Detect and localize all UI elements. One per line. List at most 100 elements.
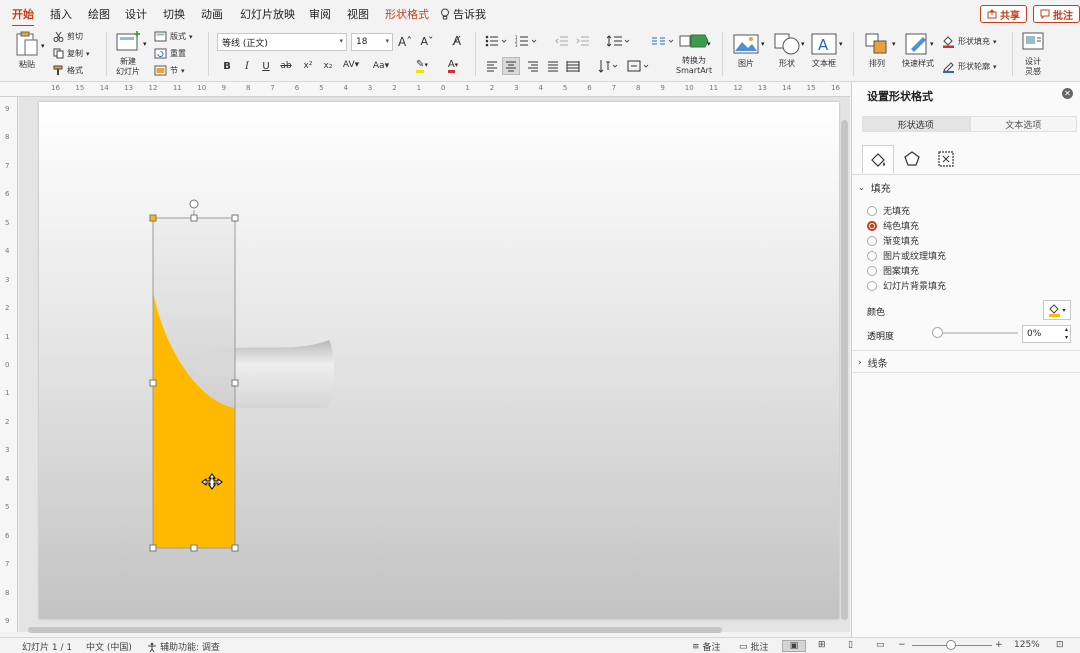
change-case-icon[interactable]: Aa▾ bbox=[371, 61, 391, 71]
notes-button[interactable]: ≡ 备注 bbox=[692, 640, 721, 653]
text-direction-icon[interactable] bbox=[598, 59, 622, 73]
language-indicator[interactable]: 中文 (中国) bbox=[86, 640, 132, 653]
quick-styles-dropdown-icon[interactable]: ▾ bbox=[930, 40, 934, 48]
accessibility-button[interactable]: 辅助功能: 调查 bbox=[147, 640, 220, 653]
quick-styles-button[interactable]: 快速样式 bbox=[902, 33, 934, 69]
decrease-indent-icon[interactable] bbox=[555, 35, 569, 47]
layout-button[interactable]: 版式 ▾ bbox=[154, 31, 193, 42]
fill-option-picture[interactable]: 图片或纹理填充 bbox=[867, 249, 946, 262]
tab-shape-format[interactable]: 形状格式 bbox=[385, 6, 429, 22]
effects-tab[interactable] bbox=[896, 145, 928, 173]
zoom-level[interactable]: 125% bbox=[1014, 640, 1040, 650]
columns-icon[interactable] bbox=[651, 35, 677, 47]
designer-button[interactable]: 设计 灵感 bbox=[1021, 30, 1045, 77]
zoom-slider-thumb[interactable] bbox=[946, 640, 956, 650]
slideshow-button[interactable]: ▭ bbox=[876, 640, 885, 650]
comments-button[interactable]: 批注 bbox=[1033, 5, 1080, 23]
increase-indent-icon[interactable] bbox=[576, 35, 590, 47]
highlight-icon[interactable]: ✎▾ bbox=[410, 59, 434, 73]
fill-section-header[interactable]: ⌄ 填充 bbox=[858, 180, 891, 195]
new-slide-button[interactable]: 新建 幻灯片 bbox=[115, 30, 141, 77]
status-comments-button[interactable]: ▭ 批注 bbox=[739, 640, 769, 653]
shapes-dropdown-icon[interactable]: ▾ bbox=[801, 40, 805, 48]
align-left-icon[interactable] bbox=[486, 60, 498, 72]
tab-draw[interactable]: 绘图 bbox=[88, 6, 110, 22]
smartart-dropdown-icon[interactable]: ▾ bbox=[707, 40, 711, 48]
shapes-button[interactable]: 形状 bbox=[774, 33, 800, 69]
fill-option-gradient[interactable]: 渐变填充 bbox=[867, 234, 919, 247]
strikethrough-icon[interactable]: ab bbox=[279, 61, 293, 71]
align-right-icon[interactable] bbox=[527, 60, 539, 72]
tab-text-options[interactable]: 文本选项 bbox=[969, 116, 1077, 132]
radio-button[interactable] bbox=[867, 280, 877, 291]
tell-me-search[interactable]: 告诉我 bbox=[440, 6, 486, 22]
cut-button[interactable]: 剪切 bbox=[53, 31, 83, 42]
radio-button[interactable] bbox=[867, 265, 877, 276]
grow-font-icon[interactable]: Aˆ bbox=[398, 35, 412, 49]
align-text-icon[interactable] bbox=[627, 59, 653, 73]
horizontal-scrollbar[interactable] bbox=[28, 627, 722, 633]
transparency-input[interactable]: 0% ▴ ▾ bbox=[1022, 325, 1071, 343]
section-button[interactable]: 节 ▾ bbox=[154, 65, 185, 76]
zoom-in-button[interactable]: + bbox=[995, 640, 1003, 650]
shape-outline-button[interactable]: 形状轮廓 ▾ bbox=[942, 60, 997, 73]
tab-shape-options[interactable]: 形状选项 bbox=[862, 116, 970, 132]
tab-transitions[interactable]: 切换 bbox=[163, 6, 185, 22]
reading-view-button[interactable]: ▯ bbox=[848, 640, 853, 650]
superscript-icon[interactable]: x² bbox=[301, 61, 315, 71]
zoom-out-button[interactable]: − bbox=[898, 640, 906, 650]
radio-button[interactable] bbox=[867, 235, 877, 246]
arrange-dropdown-icon[interactable]: ▾ bbox=[892, 40, 896, 48]
char-spacing-icon[interactable]: AV▾ bbox=[341, 60, 361, 70]
vertical-scrollbar[interactable] bbox=[841, 120, 848, 620]
stepper-icon[interactable]: ▴ ▾ bbox=[1065, 326, 1068, 342]
tab-home[interactable]: 开始 bbox=[12, 6, 34, 27]
italic-icon[interactable]: I bbox=[240, 61, 254, 72]
picture-dropdown-icon[interactable]: ▾ bbox=[761, 40, 765, 48]
numbering-icon[interactable]: 123 bbox=[515, 35, 541, 47]
color-picker-button[interactable]: ▾ bbox=[1043, 300, 1071, 320]
textbox-button[interactable]: A 文本框 bbox=[811, 33, 837, 69]
transparency-slider-thumb[interactable] bbox=[932, 327, 943, 338]
slide[interactable] bbox=[39, 102, 839, 619]
align-center-button[interactable] bbox=[502, 57, 520, 75]
tab-insert[interactable]: 插入 bbox=[50, 6, 72, 22]
arrange-button[interactable]: 排列 bbox=[864, 33, 890, 69]
font-size-select[interactable]: 18 ▾ bbox=[351, 33, 393, 51]
fill-line-tab[interactable] bbox=[862, 145, 894, 173]
bullets-icon[interactable] bbox=[485, 35, 511, 47]
fill-option-none[interactable]: 无填充 bbox=[867, 204, 910, 217]
line-spacing-icon[interactable] bbox=[607, 35, 633, 47]
tab-design[interactable]: 设计 bbox=[125, 6, 147, 22]
size-properties-tab[interactable] bbox=[930, 145, 962, 173]
paste-dropdown-icon[interactable]: ▾ bbox=[41, 42, 45, 50]
convert-smartart-button[interactable]: 转换为 SmartArt bbox=[676, 31, 712, 76]
tab-view[interactable]: 视图 bbox=[347, 6, 369, 22]
font-color-icon[interactable]: A▾ bbox=[441, 59, 465, 73]
fill-option-slide-background[interactable]: 幻灯片背景填充 bbox=[867, 279, 946, 292]
clear-format-icon[interactable]: A̸ bbox=[450, 34, 464, 48]
format-painter-button[interactable]: 格式 bbox=[53, 65, 83, 76]
underline-icon[interactable]: U bbox=[259, 61, 273, 72]
slide-sorter-button[interactable]: ⊞ bbox=[818, 640, 826, 650]
normal-view-button[interactable]: ▣ bbox=[782, 640, 806, 652]
radio-button-selected[interactable] bbox=[867, 220, 877, 231]
paste-button[interactable]: 粘贴 bbox=[14, 30, 40, 70]
tab-slideshow[interactable]: 幻灯片放映 bbox=[240, 6, 295, 22]
font-name-select[interactable]: 等线 (正文) ▾ bbox=[217, 33, 347, 51]
fill-option-pattern[interactable]: 图案填充 bbox=[867, 264, 919, 277]
shrink-font-icon[interactable]: Aˇ bbox=[420, 35, 434, 48]
subscript-icon[interactable]: x₂ bbox=[321, 61, 335, 71]
tab-review[interactable]: 审阅 bbox=[309, 6, 331, 22]
textbox-dropdown-icon[interactable]: ▾ bbox=[839, 40, 843, 48]
new-slide-dropdown-icon[interactable]: ▾ bbox=[143, 40, 147, 48]
line-section-header[interactable]: › 线条 bbox=[858, 355, 888, 371]
picture-button[interactable]: 图片 bbox=[733, 33, 759, 69]
transparency-slider-track[interactable] bbox=[936, 332, 1018, 334]
justify-icon[interactable] bbox=[547, 60, 559, 72]
fill-option-solid[interactable]: 纯色填充 bbox=[867, 219, 919, 232]
bold-icon[interactable]: B bbox=[220, 61, 234, 72]
distributed-icon[interactable] bbox=[566, 60, 580, 72]
reset-button[interactable]: 重置 bbox=[154, 48, 186, 59]
fit-slide-icon[interactable]: ⊡ bbox=[1056, 640, 1064, 650]
